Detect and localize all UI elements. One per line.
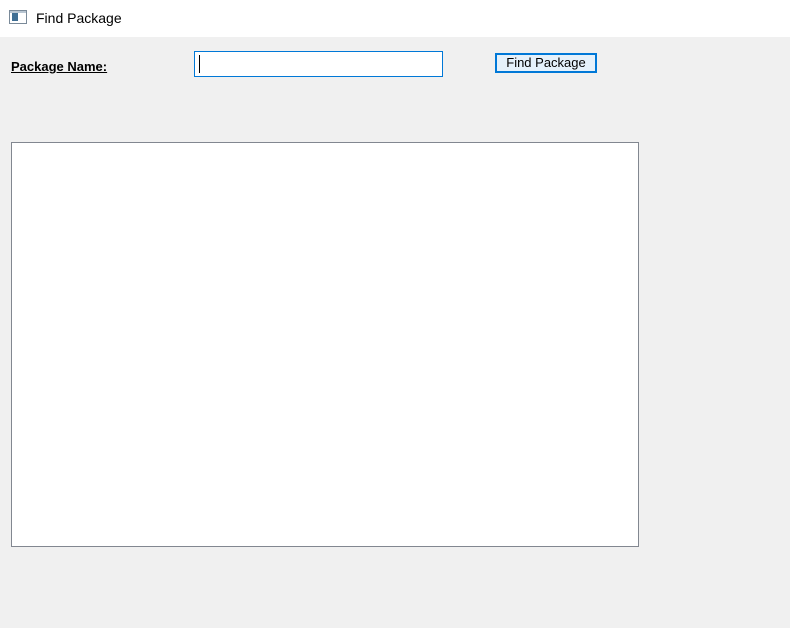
- find-package-button[interactable]: Find Package: [495, 53, 597, 73]
- package-name-input[interactable]: [194, 51, 443, 77]
- results-list[interactable]: [11, 142, 639, 547]
- title-bar: Find Package: [0, 0, 790, 37]
- package-name-label: Package Name:: [11, 59, 108, 74]
- window-app-icon: [9, 10, 27, 24]
- window-title: Find Package: [36, 10, 122, 26]
- text-caret: [199, 55, 200, 73]
